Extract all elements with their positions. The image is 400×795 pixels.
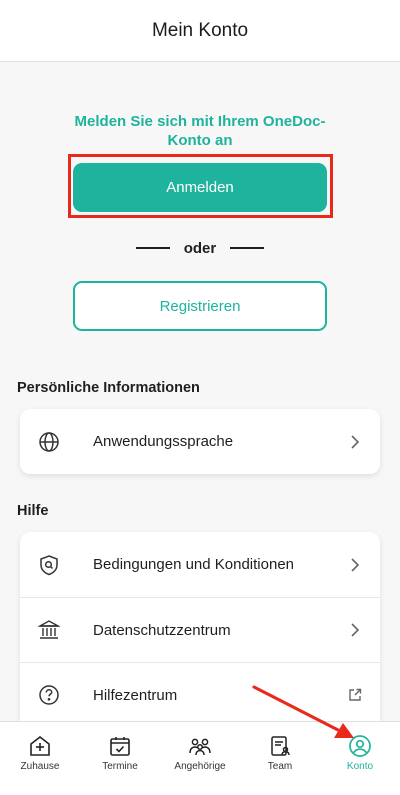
login-button[interactable]: Anmelden — [73, 163, 327, 212]
tab-label: Team — [267, 761, 293, 772]
tab-angehoerige[interactable]: Angehörige — [160, 722, 240, 795]
privacy-label: Datenschutzzentrum — [93, 621, 231, 639]
tab-termine[interactable]: Termine — [80, 722, 160, 795]
app-header: Mein Konto — [0, 0, 400, 62]
tab-label: Konto — [346, 761, 374, 772]
tab-label: Angehörige — [174, 761, 226, 772]
terms-row[interactable]: Bedingungen und Konditionen — [20, 532, 380, 597]
annotation-arrow — [252, 685, 354, 738]
help-center-label: Hilfezentrum — [93, 686, 178, 704]
register-button[interactable]: Registrieren — [73, 281, 327, 331]
home-plus-icon — [28, 734, 52, 758]
chevron-right-icon — [348, 623, 362, 637]
page-title: Mein Konto — [151, 19, 249, 41]
tab-label: Zuhause — [20, 761, 60, 772]
personal-info-heading: Persönliche Informationen — [17, 380, 200, 396]
terms-label: Bedingungen und Konditionen — [93, 556, 295, 573]
or-divider: oder — [136, 238, 264, 258]
family-icon — [188, 734, 212, 758]
question-circle-icon — [38, 684, 60, 706]
or-label: oder — [183, 239, 217, 257]
tab-zuhause[interactable]: Zuhause — [0, 722, 80, 795]
bank-icon — [38, 619, 60, 641]
divider-line — [136, 247, 170, 249]
language-label: Anwendungssprache — [93, 433, 234, 450]
divider-line — [229, 247, 264, 249]
personal-info-card: Anwendungssprache — [20, 409, 380, 474]
login-prompt: Melden Sie sich mit Ihrem OneDoc-Konto a… — [74, 113, 326, 149]
chevron-right-icon — [348, 557, 362, 572]
chevron-right-icon — [348, 434, 362, 449]
tab-label: Termine — [102, 761, 138, 772]
privacy-row[interactable]: Datenschutzzentrum — [20, 597, 380, 662]
calendar-check-icon — [108, 734, 132, 758]
shield-search-icon — [38, 554, 60, 576]
language-row[interactable]: Anwendungssprache — [20, 409, 380, 474]
globe-icon — [38, 431, 60, 453]
help-heading: Hilfe — [17, 503, 49, 519]
